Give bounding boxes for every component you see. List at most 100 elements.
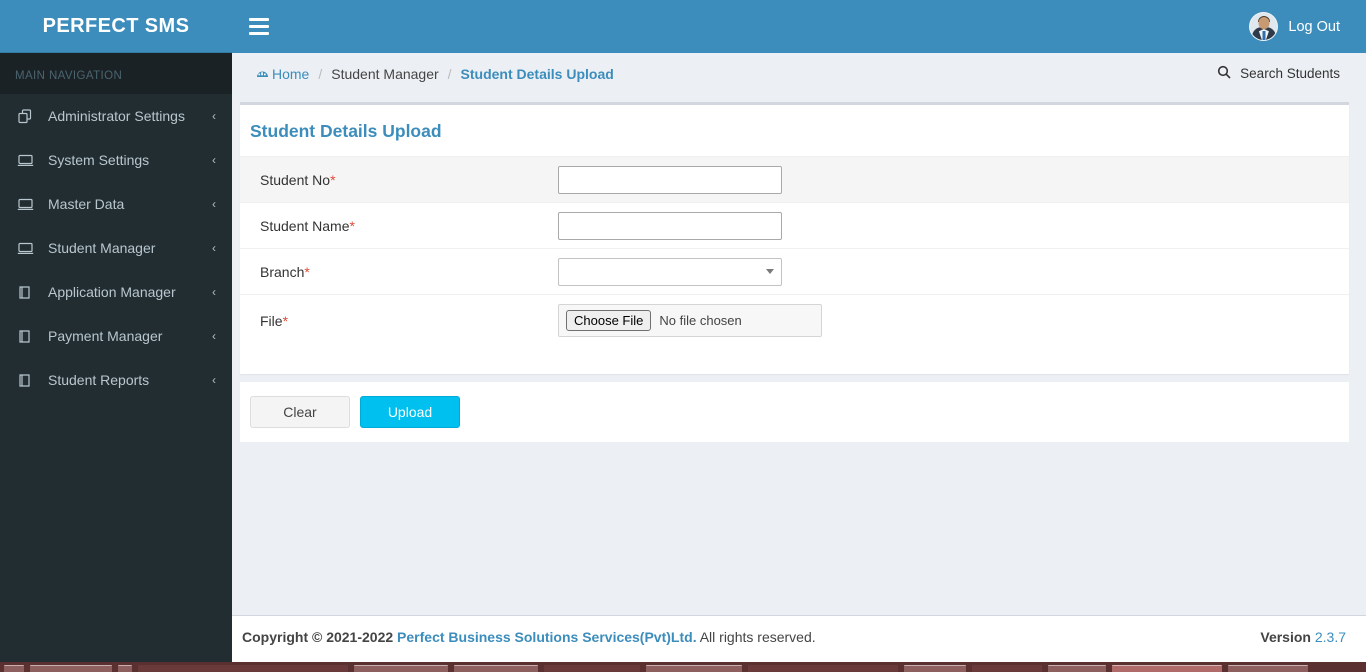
panel-footer-spacer xyxy=(240,346,1349,374)
sidebar-item-student-reports[interactable]: Student Reports ‹ xyxy=(0,358,232,402)
search-icon xyxy=(1217,65,1231,82)
monitor-icon xyxy=(17,151,39,169)
version-info: Version 2.3.7 xyxy=(1260,629,1346,645)
taskbar-button[interactable] xyxy=(1048,665,1106,672)
file-label: File* xyxy=(260,312,289,329)
desktop-strip-dark xyxy=(0,655,232,662)
monitor-icon xyxy=(17,239,39,257)
version-number: 2.3.7 xyxy=(1314,628,1346,645)
taskbar-button[interactable] xyxy=(138,665,348,672)
breadcrumb-home-link[interactable]: Home xyxy=(256,66,309,82)
taskbar-button[interactable] xyxy=(544,665,640,672)
taskbar-button[interactable] xyxy=(454,665,538,672)
taskbar-button[interactable] xyxy=(4,665,24,672)
upload-button[interactable]: Upload xyxy=(360,396,460,428)
desktop-strip xyxy=(0,655,1366,662)
copy-icon xyxy=(17,107,39,125)
avatar xyxy=(1249,12,1279,41)
logout-label: Log Out xyxy=(1288,18,1340,35)
form-row-student-no: Student No* xyxy=(240,156,1349,202)
file-status-text: No file chosen xyxy=(659,313,742,328)
taskbar-button[interactable] xyxy=(118,665,132,672)
sidebar-item-label: Administrator Settings xyxy=(48,108,185,124)
chevron-left-icon: ‹ xyxy=(212,241,216,255)
form-row-student-name: Student Name* xyxy=(240,202,1349,248)
sidebar-item-label: System Settings xyxy=(48,152,150,168)
sidebar-nav-list: Administrator Settings ‹ System Settings… xyxy=(0,94,232,402)
sidebar-item-application-manager[interactable]: Application Manager ‹ xyxy=(0,270,232,314)
application-window: PERFECT SMS MAIN NAVIGATION Administrato… xyxy=(0,0,1366,672)
clear-button[interactable]: Clear xyxy=(250,396,350,428)
sidebar-item-master-data[interactable]: Master Data ‹ xyxy=(0,182,232,226)
breadcrumb-separator: / xyxy=(447,65,452,82)
form-actions: Clear Upload xyxy=(240,382,1349,442)
nav-section-header: MAIN NAVIGATION xyxy=(0,53,232,94)
taskbar-button[interactable] xyxy=(748,665,898,672)
sidebar-item-label: Application Manager xyxy=(48,284,176,300)
chevron-left-icon: ‹ xyxy=(212,373,216,387)
taskbar-button[interactable] xyxy=(1112,665,1222,672)
branch-label: Branch* xyxy=(260,263,310,280)
taskbar-button[interactable] xyxy=(646,665,742,672)
top-navbar: Log Out xyxy=(232,0,1366,53)
page-title: Student Details Upload xyxy=(250,121,442,141)
branch-select[interactable] xyxy=(558,257,782,286)
sidebar-item-label: Payment Manager xyxy=(48,328,163,344)
chevron-down-icon xyxy=(766,269,774,274)
rights-text: All rights reserved. xyxy=(699,628,816,645)
book-icon xyxy=(17,371,39,389)
copyright-text: Copyright © 2021-2022 Perfect Business S… xyxy=(242,629,816,645)
company-link[interactable]: Perfect Business Solutions Services(Pvt)… xyxy=(397,629,697,645)
dashboard-icon xyxy=(256,67,269,80)
brand-logo[interactable]: PERFECT SMS xyxy=(0,0,232,53)
required-marker: * xyxy=(282,312,289,329)
chevron-left-icon: ‹ xyxy=(212,153,216,167)
os-taskbar[interactable] xyxy=(0,662,1366,672)
version-label: Version xyxy=(1260,628,1311,645)
required-marker: * xyxy=(330,171,336,188)
sidebar-item-label: Student Manager xyxy=(48,240,156,256)
taskbar-button[interactable] xyxy=(1228,665,1308,672)
chevron-left-icon: ‹ xyxy=(212,197,216,211)
sidebar-item-payment-manager[interactable]: Payment Manager ‹ xyxy=(0,314,232,358)
monitor-icon xyxy=(17,195,39,213)
book-icon xyxy=(17,327,39,345)
breadcrumb-separator: / xyxy=(318,65,323,82)
file-input[interactable]: Choose File No file chosen xyxy=(558,304,822,337)
search-students-label: Search Students xyxy=(1240,66,1340,81)
breadcrumb: Home / Student Manager / Student Details… xyxy=(240,66,614,82)
breadcrumb-parent[interactable]: Student Manager xyxy=(331,66,438,82)
breadcrumb-current: Student Details Upload xyxy=(460,65,614,82)
sidebar-item-student-manager[interactable]: Student Manager ‹ xyxy=(0,226,232,270)
sidebar-item-label: Master Data xyxy=(48,196,125,212)
page-footer: Copyright © 2021-2022 Perfect Business S… xyxy=(232,615,1366,657)
choose-file-button[interactable]: Choose File xyxy=(566,310,652,331)
breadcrumb-bar: Home / Student Manager / Student Details… xyxy=(232,53,1366,94)
breadcrumb-home-label: Home xyxy=(272,65,310,82)
student-name-input[interactable] xyxy=(558,211,782,240)
student-details-upload-panel: Student Details Upload Student No* Stude… xyxy=(240,102,1349,374)
chevron-left-icon: ‹ xyxy=(212,285,216,299)
form-row-file: File* Choose File No file chosen xyxy=(240,294,1349,346)
student-name-label: Student Name* xyxy=(260,217,355,234)
book-icon xyxy=(17,283,39,301)
hamburger-icon[interactable] xyxy=(246,14,272,40)
taskbar-button[interactable] xyxy=(354,665,448,672)
student-no-label: Student No* xyxy=(260,171,336,188)
sidebar-item-system-settings[interactable]: System Settings ‹ xyxy=(0,138,232,182)
main-content: Log Out Home / Student Manager / Student… xyxy=(232,0,1366,672)
student-no-input[interactable] xyxy=(558,165,782,194)
logout-button[interactable]: Log Out xyxy=(1249,12,1354,41)
sidebar-item-administrator-settings[interactable]: Administrator Settings ‹ xyxy=(0,94,232,138)
chevron-left-icon: ‹ xyxy=(212,329,216,343)
copyright-prefix: Copyright © 2021-2022 xyxy=(242,628,394,645)
form-row-branch: Branch* xyxy=(240,248,1349,294)
required-marker: * xyxy=(349,217,355,234)
taskbar-button[interactable] xyxy=(972,665,1042,672)
required-marker: * xyxy=(304,263,310,280)
sidebar: PERFECT SMS MAIN NAVIGATION Administrato… xyxy=(0,0,232,672)
search-students-button[interactable]: Search Students xyxy=(1201,56,1366,91)
taskbar-button[interactable] xyxy=(30,665,112,672)
chevron-left-icon: ‹ xyxy=(212,109,216,123)
taskbar-button[interactable] xyxy=(904,665,966,672)
